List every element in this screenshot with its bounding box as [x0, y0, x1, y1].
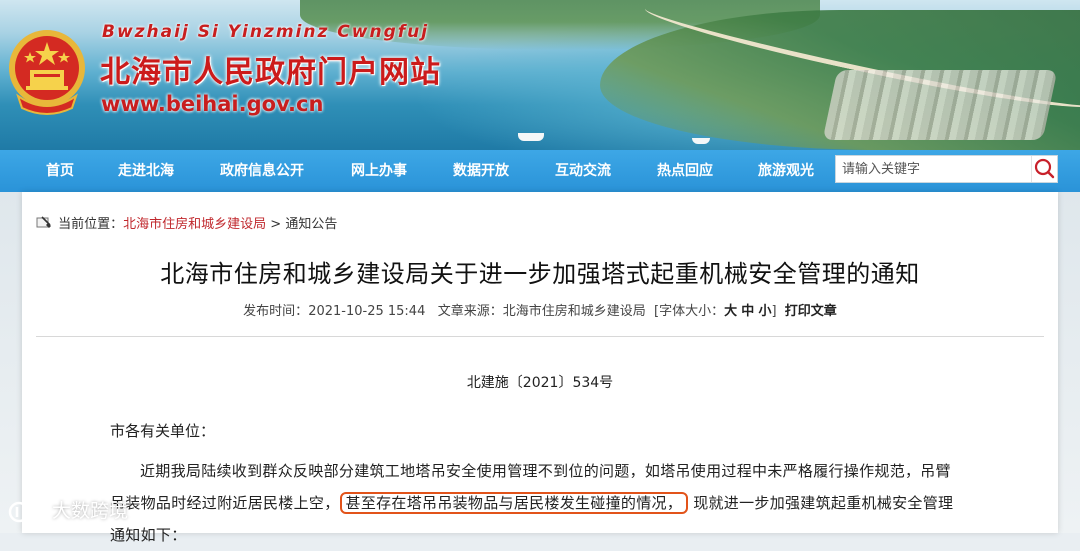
article-paragraph: 近期我局陆续收到群众反映部分建筑工地塔吊安全使用管理不到位的问题，如塔吊使用过程… — [110, 455, 962, 551]
ship-image — [692, 138, 710, 144]
article-source: 北海市住房和城乡建设局 — [502, 304, 646, 319]
nav-item-interaction[interactable]: 互动交流 — [555, 150, 611, 192]
publish-time: 2021-10-25 15:44 — [308, 304, 426, 319]
nav-item-about[interactable]: 走进北海 — [118, 150, 174, 192]
search-input[interactable] — [836, 156, 1032, 182]
watermark: 大数跨境 — [8, 496, 128, 526]
breadcrumb-link-housing-bureau[interactable]: 北海市住房和城乡建设局 — [123, 217, 266, 232]
breadcrumb-prefix: 当前位置： — [58, 217, 124, 232]
nav-item-tourism[interactable]: 旅游观光 — [758, 150, 814, 192]
font-size-medium-button[interactable]: 中 — [741, 304, 754, 319]
nav-item-home[interactable]: 首页 — [46, 150, 74, 192]
publish-time-label: 发布时间： — [243, 304, 309, 319]
site-title: 北海市人民政府门户网站 — [100, 55, 441, 90]
page-background-right — [1058, 192, 1080, 533]
national-emblem-icon — [9, 30, 85, 115]
search-box — [835, 155, 1058, 183]
highlighted-text: 甚至存在塔吊吊装物品与居民楼发生碰撞的情况， — [339, 492, 689, 514]
banner-town — [822, 70, 1058, 140]
nav-item-hot-response[interactable]: 热点回应 — [657, 150, 713, 192]
font-size-label: [字体大小： — [654, 304, 725, 319]
search-icon — [1034, 158, 1055, 179]
page-background-left — [0, 192, 22, 533]
document-number: 北建施〔2021〕534号 — [466, 375, 614, 391]
meta-divider — [36, 336, 1044, 337]
ship-image — [518, 133, 544, 141]
article-meta: 发布时间：2021-10-25 15:44 文章来源：北海市住房和城乡建设局 [… — [0, 300, 1080, 319]
font-size-small-button[interactable]: 小 — [758, 304, 771, 319]
source-label: 文章来源： — [437, 304, 503, 319]
header-banner: Bwzhaij Si Yinzminz Cwngfuj 北海市人民政府门户网站 … — [0, 0, 1080, 150]
breadcrumb-current[interactable]: 通知公告 — [285, 217, 337, 232]
site-pinyin: Bwzhaij Si Yinzminz Cwngfuj — [102, 22, 430, 42]
watermark-text: 大数跨境 — [52, 500, 129, 522]
salutation: 市各有关单位： — [110, 422, 216, 440]
location-icon — [36, 216, 51, 228]
font-size-large-button[interactable]: 大 — [724, 304, 737, 319]
print-article-button[interactable]: 打印文章 — [785, 304, 837, 319]
font-size-end: ] — [771, 304, 777, 319]
breadcrumb: 当前位置：北海市住房和城乡建设局 > 通知公告 — [36, 214, 337, 236]
breadcrumb-separator: > — [266, 217, 286, 232]
nav-item-online-service[interactable]: 网上办事 — [351, 150, 407, 192]
watermark-logo-icon — [8, 501, 46, 522]
nav-item-open-data[interactable]: 数据开放 — [453, 150, 509, 192]
nav-item-gov-info[interactable]: 政府信息公开 — [220, 150, 304, 192]
article-title: 北海市住房和城乡建设局关于进一步加强塔式起重机械安全管理的通知 — [160, 260, 920, 288]
search-button[interactable] — [1031, 156, 1057, 182]
site-url: www.beihai.gov.cn — [101, 92, 324, 116]
